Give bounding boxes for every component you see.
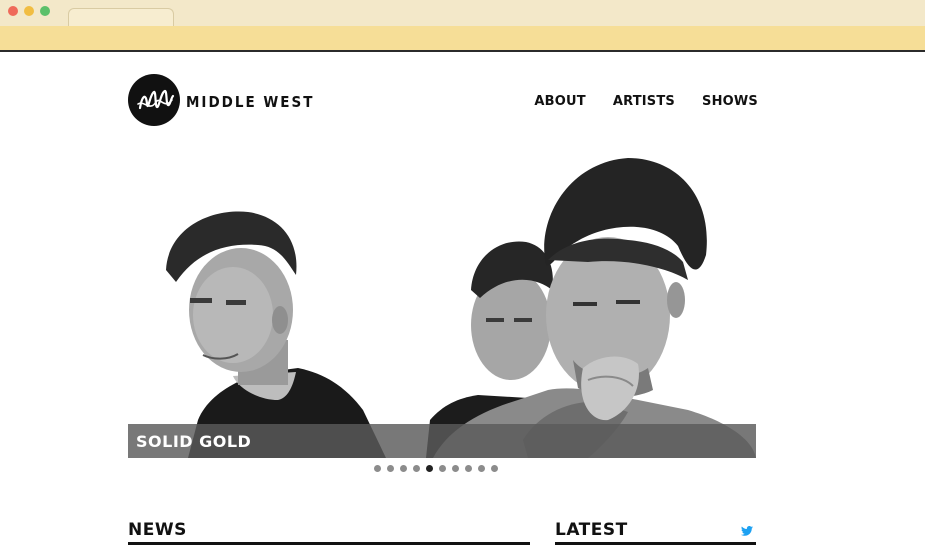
- latest-section-title: LATEST: [555, 520, 628, 540]
- slide-dot[interactable]: [413, 465, 420, 472]
- hero-caption[interactable]: SOLID GOLD: [136, 432, 251, 451]
- site-header: MIDDLE WEST ABOUT ARTISTS SHOWS: [128, 74, 758, 126]
- twitter-icon[interactable]: [741, 526, 753, 536]
- minimize-window-button[interactable]: [24, 6, 34, 16]
- logo-scribble-icon: [137, 89, 175, 110]
- address-bar-area: [0, 26, 925, 50]
- slide-dot[interactable]: [452, 465, 459, 472]
- slide-dot[interactable]: [491, 465, 498, 472]
- maximize-window-button[interactable]: [40, 6, 50, 16]
- main-nav: ABOUT ARTISTS SHOWS: [534, 94, 758, 109]
- slide-dot[interactable]: [465, 465, 472, 472]
- slide-dot[interactable]: [478, 465, 485, 472]
- hero-photo: [128, 150, 756, 458]
- slide-dot[interactable]: [374, 465, 381, 472]
- nav-about[interactable]: ABOUT: [534, 94, 585, 109]
- hero-caption-bar: SOLID GOLD: [128, 424, 756, 458]
- slideshow-pagination: [374, 465, 498, 472]
- browser-chrome: [0, 0, 925, 52]
- logo-mark[interactable]: [128, 74, 180, 126]
- slide-dot[interactable]: [439, 465, 446, 472]
- nav-artists[interactable]: ARTISTS: [613, 94, 675, 109]
- hero-slideshow[interactable]: SOLID GOLD: [128, 150, 756, 458]
- news-section-title: NEWS: [128, 520, 187, 540]
- latest-divider: [555, 542, 756, 545]
- news-divider: [128, 542, 530, 545]
- slide-dot[interactable]: [387, 465, 394, 472]
- close-window-button[interactable]: [8, 6, 18, 16]
- nav-shows[interactable]: SHOWS: [702, 94, 758, 109]
- brand-name[interactable]: MIDDLE WEST: [186, 93, 314, 111]
- slide-dot-active[interactable]: [426, 465, 433, 472]
- slide-dot[interactable]: [400, 465, 407, 472]
